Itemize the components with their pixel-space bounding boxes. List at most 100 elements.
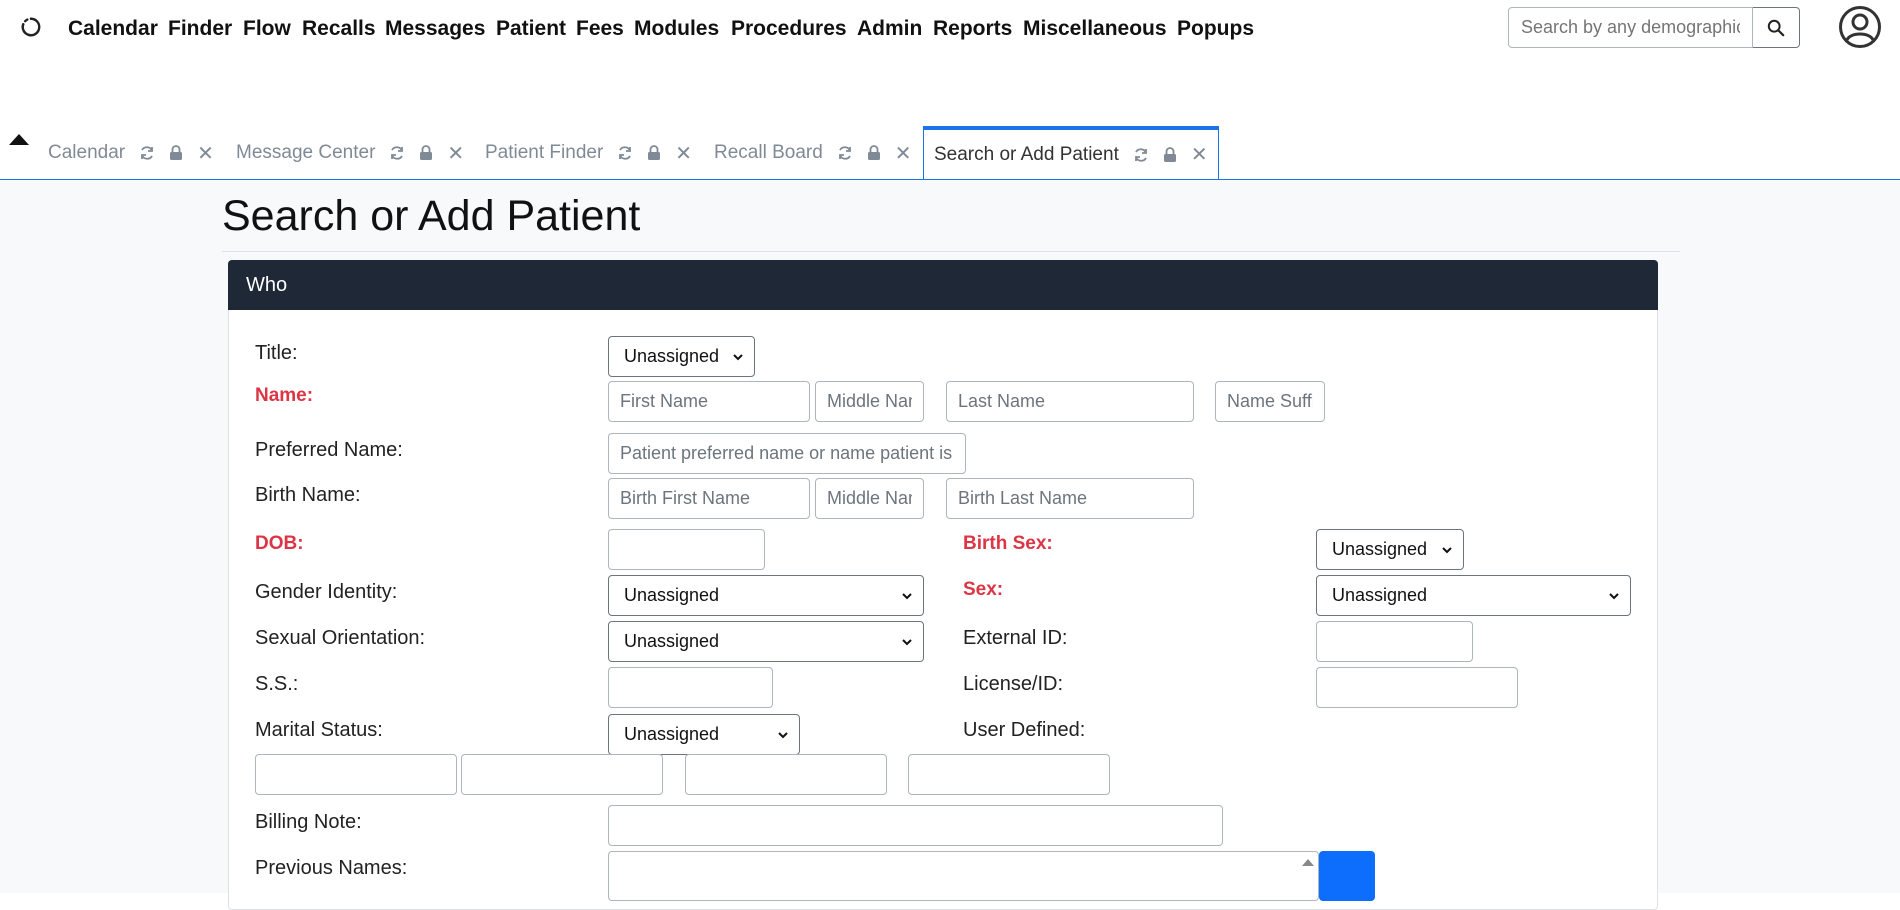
preferred-name-input[interactable] [608, 433, 966, 474]
scroll-up-icon[interactable] [1301, 857, 1315, 867]
page-title: Search or Add Patient [222, 192, 641, 240]
nav-calendar[interactable]: Calendar [68, 17, 158, 41]
tab-recall-board[interactable]: Recall Board ✕ [714, 126, 912, 180]
add-previous-name-button[interactable] [1319, 851, 1375, 901]
nav-patient[interactable]: Patient [496, 17, 566, 41]
sex-select[interactable]: Unassigned [1316, 575, 1631, 616]
billing-note-label: Billing Note: [255, 811, 362, 833]
chevron-down-icon [902, 592, 912, 599]
user-defined-input-4[interactable] [908, 754, 1110, 795]
search-button[interactable] [1753, 7, 1800, 48]
gender-identity-select-value: Unassigned [624, 585, 720, 605]
lock-icon[interactable] [419, 145, 433, 161]
nav-popups[interactable]: Popups [1177, 17, 1254, 41]
birth-middle-name-input[interactable] [815, 478, 924, 519]
chevron-down-icon [733, 353, 743, 360]
gender-identity-select[interactable]: Unassigned [608, 575, 924, 616]
sexual-orientation-select[interactable]: Unassigned [608, 621, 924, 662]
billing-note-input[interactable] [608, 805, 1223, 846]
tab-label: Search or Add Patient [934, 143, 1119, 165]
user-defined-input-1[interactable] [255, 754, 457, 795]
search-icon [1767, 19, 1785, 36]
lock-icon[interactable] [1163, 146, 1177, 163]
close-icon[interactable]: ✕ [197, 141, 214, 166]
nav-modules[interactable]: Modules [634, 17, 719, 41]
sexual-orientation-select-value: Unassigned [624, 631, 720, 651]
refresh-icon[interactable] [389, 145, 405, 161]
license-id-input[interactable] [1316, 667, 1518, 708]
ss-label: S.S.: [255, 673, 299, 695]
tab-label: Calendar [48, 142, 126, 163]
user-avatar-icon[interactable] [1838, 5, 1882, 49]
nav-miscellaneous[interactable]: Miscellaneous [1023, 17, 1167, 41]
lock-icon[interactable] [867, 145, 881, 161]
app-logo-icon[interactable] [20, 16, 42, 38]
last-name-input[interactable] [946, 381, 1194, 422]
sex-select-value: Unassigned [1332, 585, 1428, 605]
birth-name-label: Birth Name: [255, 484, 361, 506]
tab-calendar[interactable]: Calendar ✕ [48, 126, 214, 180]
user-defined-label: User Defined: [963, 719, 1086, 741]
tab-message-center[interactable]: Message Center ✕ [236, 126, 464, 180]
preferred-name-label: Preferred Name: [255, 439, 403, 461]
marital-status-select-value: Unassigned [624, 724, 720, 744]
lock-icon[interactable] [169, 145, 183, 161]
nav-recalls[interactable]: Recalls [302, 17, 376, 41]
close-icon[interactable]: ✕ [675, 141, 692, 166]
chevron-down-icon [1442, 546, 1452, 553]
first-name-input[interactable] [608, 381, 810, 422]
demographics-search-input[interactable] [1508, 7, 1753, 48]
birth-sex-select[interactable]: Unassigned [1316, 529, 1464, 570]
close-icon[interactable]: ✕ [1191, 142, 1208, 167]
nav-procedures[interactable]: Procedures [731, 17, 847, 41]
middle-name-input[interactable] [815, 381, 924, 422]
refresh-icon[interactable] [617, 145, 633, 161]
birth-last-name-input[interactable] [946, 478, 1194, 519]
section-title: Who [246, 274, 288, 296]
refresh-icon[interactable] [837, 145, 853, 161]
birth-sex-select-value: Unassigned [1332, 539, 1428, 559]
nav-fees[interactable]: Fees [576, 17, 624, 41]
title-select-value: Unassigned [624, 346, 720, 366]
license-id-label: License/ID: [963, 673, 1064, 695]
sex-label: Sex: [963, 579, 1004, 600]
tab-search-or-add-patient[interactable]: Search or Add Patient ✕ [923, 126, 1219, 180]
user-defined-input-2[interactable] [461, 754, 663, 795]
nav-flow[interactable]: Flow [243, 17, 291, 41]
title-label: Title: [255, 342, 298, 364]
tab-label: Recall Board [714, 142, 823, 163]
chevron-down-icon [902, 638, 912, 645]
close-icon[interactable]: ✕ [895, 141, 912, 166]
previous-names-list[interactable] [608, 851, 1319, 901]
dob-input[interactable] [608, 529, 765, 570]
user-defined-input-3[interactable] [685, 754, 887, 795]
nav-messages[interactable]: Messages [385, 17, 485, 41]
title-select[interactable]: Unassigned [608, 336, 755, 377]
chevron-down-icon [778, 731, 788, 738]
refresh-icon[interactable] [139, 145, 155, 161]
divider [222, 251, 1680, 252]
tab-patient-finder[interactable]: Patient Finder ✕ [485, 126, 692, 180]
lock-icon[interactable] [647, 145, 661, 161]
gender-identity-label: Gender Identity: [255, 581, 398, 603]
who-section-header: Who [228, 260, 1658, 310]
previous-names-label: Previous Names: [255, 857, 408, 879]
refresh-icon[interactable] [1133, 147, 1149, 163]
dob-label: DOB: [255, 533, 304, 554]
collapse-up-icon[interactable] [8, 132, 30, 146]
ss-input[interactable] [608, 667, 773, 708]
chevron-down-icon [1609, 592, 1619, 599]
marital-status-label: Marital Status: [255, 719, 383, 741]
tab-label: Patient Finder [485, 142, 604, 163]
nav-finder[interactable]: Finder [168, 17, 232, 41]
external-id-label: External ID: [963, 627, 1068, 649]
marital-status-select[interactable]: Unassigned [608, 714, 800, 755]
nav-reports[interactable]: Reports [933, 17, 1012, 41]
birth-first-name-input[interactable] [608, 478, 810, 519]
close-icon[interactable]: ✕ [447, 141, 464, 166]
tab-underline [0, 179, 1900, 180]
nav-admin[interactable]: Admin [857, 17, 922, 41]
external-id-input[interactable] [1316, 621, 1473, 662]
name-label: Name: [255, 385, 314, 406]
name-suffix-input[interactable] [1215, 381, 1325, 422]
